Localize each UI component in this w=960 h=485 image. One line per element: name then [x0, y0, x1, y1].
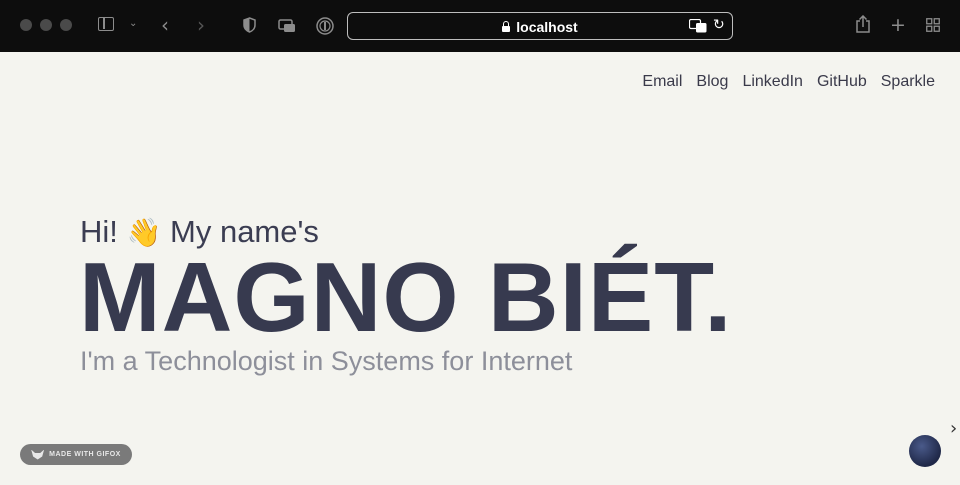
password-icon[interactable] — [316, 17, 334, 35]
tab-overview-icon[interactable] — [926, 18, 940, 32]
new-tab-icon[interactable]: + — [890, 16, 906, 35]
chevron-down-icon[interactable]: ⌄ — [129, 19, 137, 29]
nav-link-linkedin[interactable]: LinkedIn — [742, 73, 803, 91]
tabs-icon[interactable] — [278, 19, 296, 33]
nav-link-email[interactable]: Email — [642, 73, 682, 91]
browser-toolbar: ⌄ ‹ › localhost ↻ + — [0, 0, 960, 52]
sidebar-icon[interactable] — [98, 17, 114, 31]
avatar[interactable] — [909, 435, 941, 467]
back-icon[interactable]: ‹ — [161, 15, 169, 35]
shield-icon[interactable] — [243, 17, 256, 33]
hero-tagline: I'm a Technologist in Systems for Intern… — [80, 346, 573, 376]
translate-icon[interactable] — [688, 18, 707, 33]
lock-icon — [502, 21, 511, 32]
forward-icon[interactable]: › — [197, 15, 205, 35]
chevron-right-icon[interactable]: › — [950, 418, 957, 439]
fox-icon — [31, 449, 45, 460]
share-icon[interactable] — [856, 14, 870, 33]
address-text: localhost — [516, 19, 578, 35]
gifox-badge-label: MADE WITH GIFOX — [49, 451, 121, 458]
gifox-badge: MADE WITH GIFOX — [20, 444, 132, 465]
zoom-window-button[interactable] — [60, 19, 72, 31]
reload-icon[interactable]: ↻ — [713, 18, 725, 32]
hero-name: MAGNO BIÉT. — [79, 242, 733, 352]
nav-link-blog[interactable]: Blog — [696, 73, 728, 91]
top-nav: Email Blog LinkedIn GitHub Sparkle — [642, 73, 935, 91]
address-bar[interactable]: localhost ↻ — [347, 12, 733, 40]
close-window-button[interactable] — [20, 19, 32, 31]
nav-link-sparkle[interactable]: Sparkle — [881, 73, 935, 91]
nav-link-github[interactable]: GitHub — [817, 73, 867, 91]
minimize-window-button[interactable] — [40, 19, 52, 31]
